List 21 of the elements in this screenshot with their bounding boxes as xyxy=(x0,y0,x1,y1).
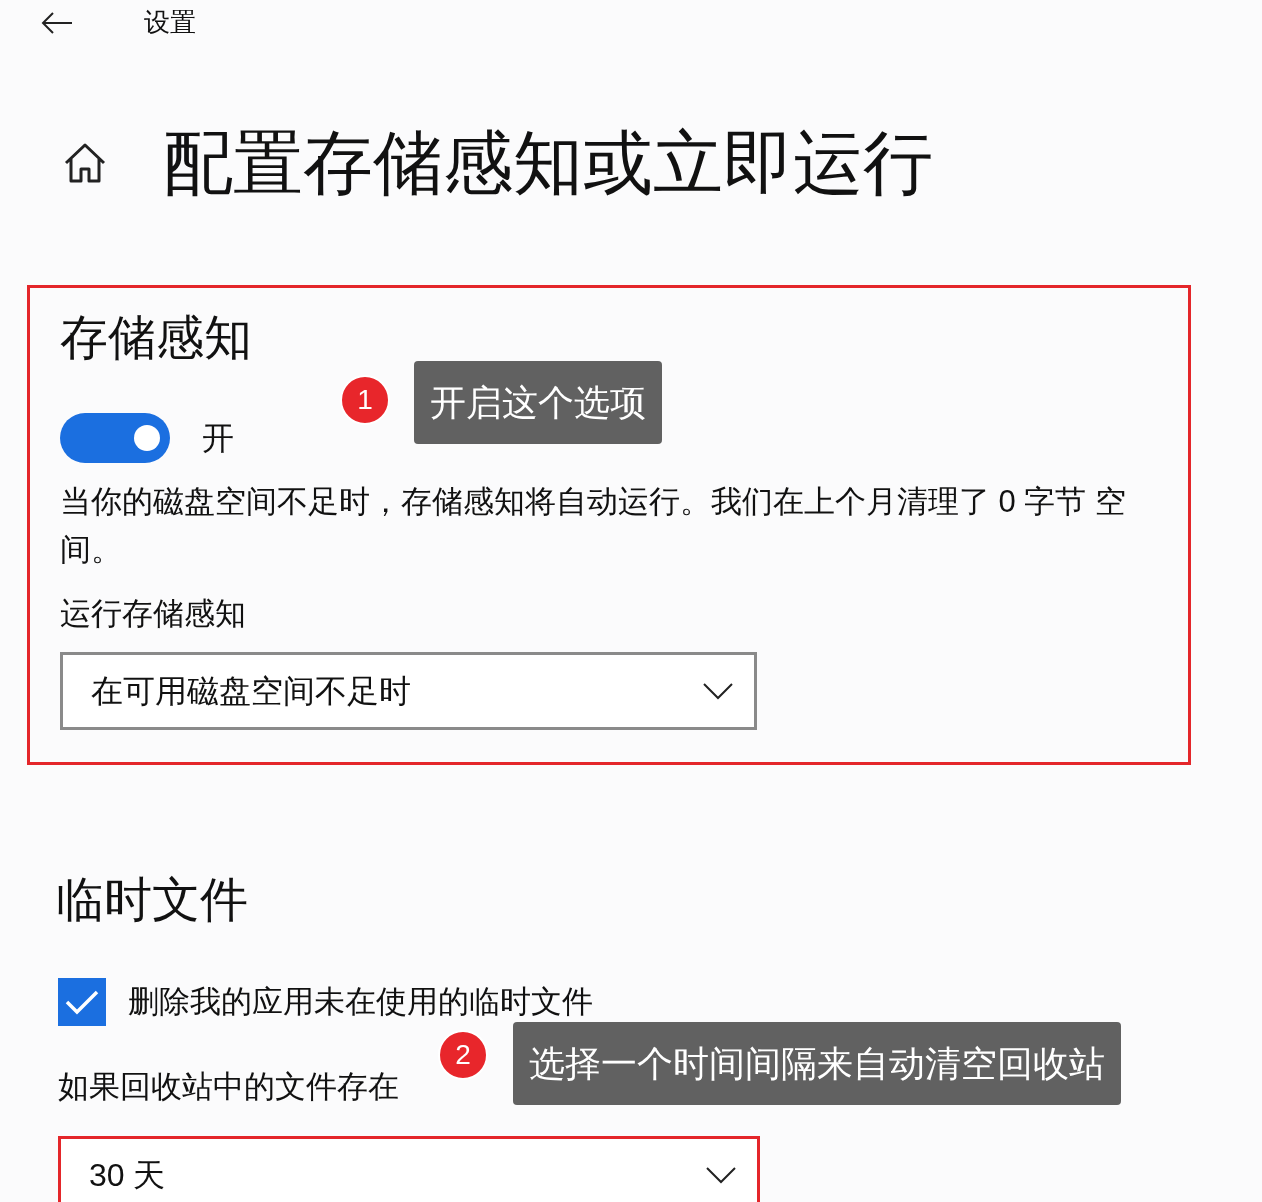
chevron-down-icon xyxy=(705,1166,737,1184)
field-label: 如果回收站中的文件存在 xyxy=(58,1069,399,1104)
dropdown[interactable]: 在可用磁盘空间不足时 xyxy=(60,652,757,730)
back-arrow-icon[interactable] xyxy=(40,10,74,35)
checkbox[interactable] xyxy=(58,978,106,1026)
field-label: 运行存储感知 xyxy=(60,595,247,633)
number-badge: 2 xyxy=(438,1030,488,1080)
toggle-label: 开 xyxy=(202,419,234,458)
page-title: 配置存储感知或立即运行 xyxy=(163,127,933,198)
toggle-switch[interactable] xyxy=(60,413,170,463)
chevron-down-icon xyxy=(702,682,734,700)
section-title: 临时文件 xyxy=(56,872,249,928)
checkmark-icon xyxy=(64,988,100,1016)
window-title: 设置 xyxy=(144,6,196,39)
dropdown[interactable]: 30 天 xyxy=(58,1136,760,1202)
description-text: 当你的磁盘空间不足时，存储感知将自动运行。我们在上个月清理了 0 字节 空间。 xyxy=(60,483,1128,569)
section-title: 存储感知 xyxy=(60,310,253,366)
checkbox-label: 删除我的应用未在使用的临时文件 xyxy=(128,982,593,1021)
callout-tooltip: 选择一个时间间隔来自动清空回收站 xyxy=(513,1022,1121,1105)
callout-tooltip: 开启这个选项 xyxy=(414,361,662,444)
number-badge: 1 xyxy=(340,375,390,425)
